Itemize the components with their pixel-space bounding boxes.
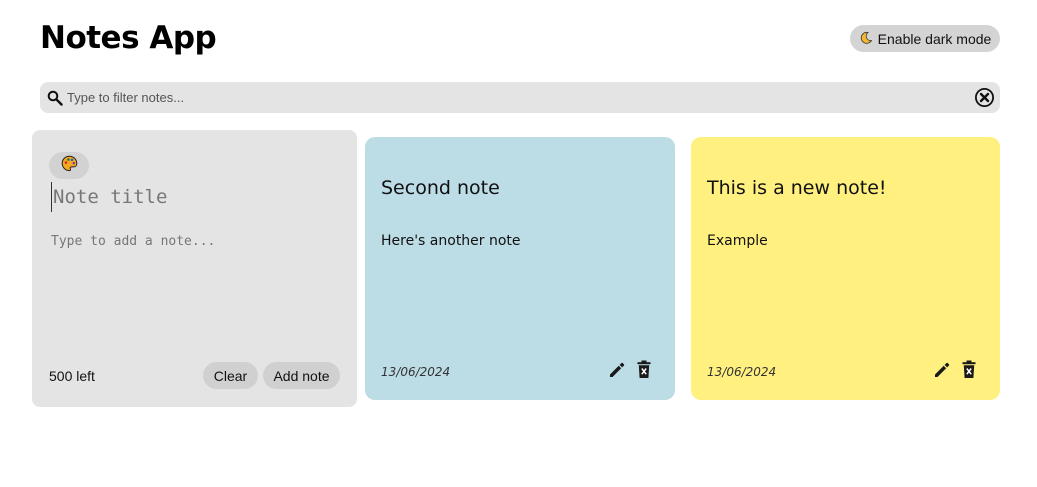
clear-button[interactable]: Clear <box>203 362 258 389</box>
moon-icon <box>859 31 873 47</box>
note-title: Second note <box>381 177 500 199</box>
note-body: Example <box>707 233 768 249</box>
note-date: 13/06/2024 <box>707 365 777 379</box>
search-icon <box>47 90 63 106</box>
note-date: 13/06/2024 <box>381 365 451 379</box>
dark-mode-toggle-button[interactable]: Enable dark mode <box>850 25 1000 52</box>
clear-search-icon[interactable] <box>974 87 995 108</box>
note-title-input[interactable] <box>51 182 341 212</box>
characters-left-counter: 500 left <box>49 368 95 384</box>
note-card: Second note Here's another note 13/06/20… <box>365 137 675 400</box>
note-title: This is a new note! <box>707 177 887 199</box>
note-card: This is a new note! Example 13/06/2024 <box>691 137 1000 400</box>
search-bar <box>40 82 1000 113</box>
dark-mode-label: Enable dark mode <box>877 30 992 47</box>
new-note-card: 500 left Clear Add note <box>32 130 357 407</box>
search-input[interactable] <box>67 82 967 113</box>
edit-icon[interactable] <box>608 361 626 379</box>
app-title: Notes App <box>40 20 217 56</box>
delete-icon[interactable] <box>636 360 652 379</box>
note-body-textarea[interactable] <box>51 234 341 364</box>
edit-icon[interactable] <box>933 361 951 379</box>
delete-icon[interactable] <box>961 360 977 379</box>
add-note-button[interactable]: Add note <box>263 362 340 389</box>
color-picker-button[interactable] <box>49 152 89 179</box>
note-body: Here's another note <box>381 233 521 249</box>
palette-icon <box>61 155 78 177</box>
